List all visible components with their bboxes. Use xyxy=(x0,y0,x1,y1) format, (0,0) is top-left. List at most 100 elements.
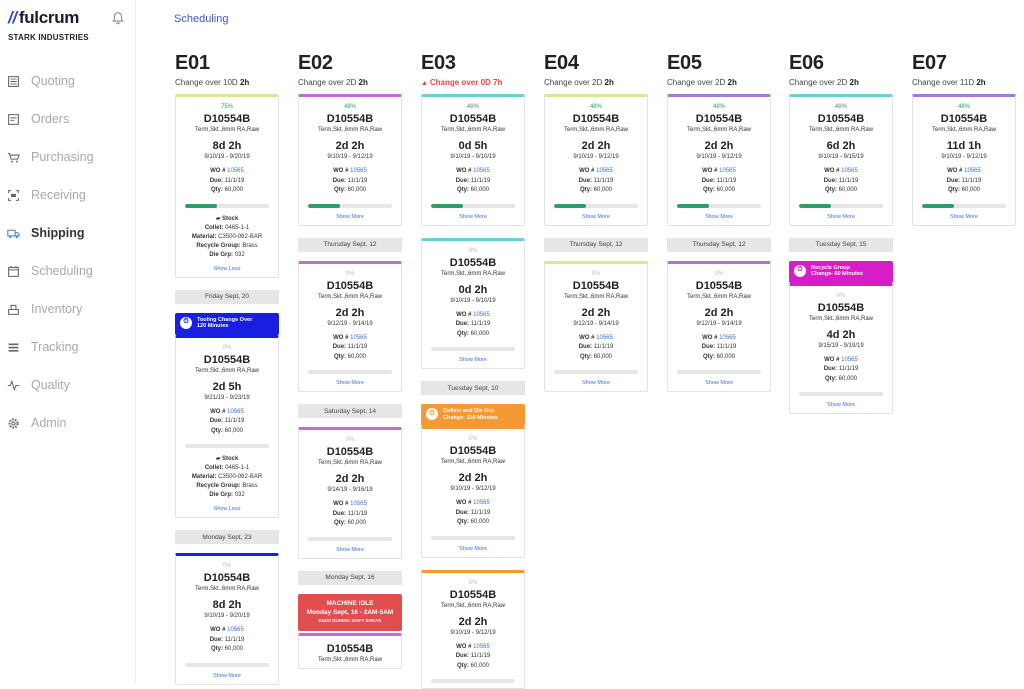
machine-id[interactable]: E04 xyxy=(544,52,648,76)
job-card[interactable]: 0%D10554BTerm,Skt.,6mm RA,Raw8d 2h9/10/1… xyxy=(175,553,279,685)
show-more-link[interactable]: Show More xyxy=(305,214,395,220)
work-order-link[interactable]: 10565 xyxy=(350,501,367,507)
job-card[interactable]: 48%D10554BTerm,Skt.,6mm RA,Raw2d 2h9/10/… xyxy=(667,94,771,226)
due-value: 11/1/19 xyxy=(348,178,368,184)
work-order-link[interactable]: 10565 xyxy=(350,168,367,174)
qty-value: 60,000 xyxy=(348,187,366,193)
show-more-link[interactable]: Show More xyxy=(305,380,395,386)
qty-value: 60,000 xyxy=(225,646,243,652)
work-order-link[interactable]: 10565 xyxy=(227,409,244,415)
sidebar-item-shipping[interactable]: Shipping xyxy=(0,214,135,252)
job-duration: 4d 2h xyxy=(796,329,886,341)
job-card[interactable]: 48%D10554BTerm,Skt.,6mm RA,Raw11d 1h9/10… xyxy=(912,94,1016,226)
work-order-link[interactable]: 10565 xyxy=(596,335,613,341)
machine-id[interactable]: E07 xyxy=(912,52,1016,76)
changeover-banner[interactable]: ⏱Recycle GroupChange- 60 Minutes xyxy=(789,261,893,283)
sidebar-item-admin[interactable]: Admin xyxy=(0,404,135,442)
sidebar-item-quoting[interactable]: Quoting xyxy=(0,62,135,100)
work-order: WO # 10565 xyxy=(182,167,272,177)
job-card[interactable]: D10554BTerm,Skt.,6mm RA,Raw xyxy=(298,633,402,669)
date-separator: Monday Sept, 23 xyxy=(175,530,279,544)
work-order-link[interactable]: 10565 xyxy=(841,168,858,174)
work-order-link[interactable]: 10565 xyxy=(841,357,858,363)
job-card[interactable]: 0%D10554BTerm,Skt.,6mm RA,Raw2d 2h9/12/1… xyxy=(667,261,771,393)
part-description: Term,Skt.,6mm RA,Raw xyxy=(428,271,518,277)
job-card[interactable]: 48%D10554BTerm,Skt.,6mm RA,Raw2d 2h9/10/… xyxy=(544,94,648,226)
machine-id[interactable]: E02 xyxy=(298,52,402,76)
sidebar-item-quality[interactable]: Quality xyxy=(0,366,135,404)
die-row: Die Grp: 032 xyxy=(182,251,272,260)
changeover-label: Change over 2D 2h xyxy=(298,78,402,92)
show-more-link[interactable]: Show More xyxy=(182,673,272,679)
show-more-link[interactable]: Show More xyxy=(919,214,1009,220)
machine-idle-banner[interactable]: MACHINE IDLEMonday Sept, 16 - 2AM-5AMEND… xyxy=(298,594,402,631)
machine-id[interactable]: E05 xyxy=(667,52,771,76)
show-more-link[interactable]: Show Less xyxy=(182,266,272,272)
changeover-banner[interactable]: ⏱Tooling Change Over120 Minutes xyxy=(175,313,279,335)
machine-column: E02 Change over 2D 2h 48%D10554BTerm,Skt.,… xyxy=(298,52,402,669)
job-card[interactable]: 0%D10554BTerm,Skt.,6mm RA,Raw4d 2h9/15/1… xyxy=(789,283,893,415)
machine-id[interactable]: E06 xyxy=(789,52,893,76)
due-label: Due: xyxy=(456,653,471,659)
date-separator: Monday Sept, 16 xyxy=(298,571,402,585)
sidebar-item-receiving[interactable]: Receiving xyxy=(0,176,135,214)
show-more-link[interactable]: Show More xyxy=(305,547,395,553)
show-more-link[interactable]: Show More xyxy=(796,214,886,220)
sidebar-item-inventory[interactable]: Inventory xyxy=(0,290,135,328)
part-number: D10554B xyxy=(182,354,272,366)
work-order-link[interactable]: 10565 xyxy=(473,644,490,650)
sidebar-item-scheduling[interactable]: Scheduling xyxy=(0,252,135,290)
job-card[interactable]: 0%D10554BTerm,Skt.,6mm RA,Raw2d 2h9/12/1… xyxy=(298,261,402,393)
work-order: WO # 10565 xyxy=(796,167,886,177)
show-more-link[interactable]: Show More xyxy=(428,357,518,363)
work-order-link[interactable]: 10565 xyxy=(719,335,736,341)
progress-bar xyxy=(431,679,515,683)
job-card[interactable]: 0%D10554BTerm,Skt.,6mm RA,Raw2d 2h9/10/1… xyxy=(421,426,525,558)
work-order-link[interactable]: 10565 xyxy=(473,500,490,506)
bell-icon[interactable] xyxy=(111,11,125,25)
job-card[interactable]: 0%D10554BTerm,Skt.,6mm RA,Raw2d 2h9/14/1… xyxy=(298,427,402,559)
gear-icon xyxy=(6,416,20,430)
show-more-link[interactable]: Show More xyxy=(428,214,518,220)
show-more-link[interactable]: Show More xyxy=(428,546,518,552)
progress-bar xyxy=(922,204,1006,208)
work-order-link[interactable]: 10565 xyxy=(227,627,244,633)
show-more-link[interactable]: Show More xyxy=(674,380,764,386)
breadcrumb[interactable]: Scheduling xyxy=(174,13,228,25)
job-card[interactable]: 48%D10554BTerm,Skt.,6mm RA,Raw6d 2h9/10/… xyxy=(789,94,893,226)
work-order-link[interactable]: 10565 xyxy=(350,335,367,341)
part-number: D10554B xyxy=(428,113,518,125)
sidebar-item-tracking[interactable]: Tracking xyxy=(0,328,135,366)
machine-id[interactable]: E03 xyxy=(421,52,525,76)
show-more-link[interactable]: Show Less xyxy=(182,506,272,512)
work-order-link[interactable]: 10565 xyxy=(596,168,613,174)
job-card[interactable]: 48%D10554BTerm,Skt.,6mm RA,Raw2d 2h9/10/… xyxy=(298,94,402,226)
work-order-link[interactable]: 10565 xyxy=(473,168,490,174)
job-card[interactable]: 0%D10554BTerm,Skt.,6mm RA,Raw0d 2h9/10/1… xyxy=(421,238,525,370)
date-separator: Tuesday Sept, 10 xyxy=(421,381,525,395)
work-order-link[interactable]: 10565 xyxy=(719,168,736,174)
job-card[interactable]: 75%D10554BTerm,Skt.,6mm RA,Raw8d 2h9/10/… xyxy=(175,94,279,278)
job-card[interactable]: 0%D10554BTerm,Skt.,6mm RA,Raw2d 2h9/12/1… xyxy=(544,261,648,393)
show-more-link[interactable]: Show More xyxy=(674,214,764,220)
job-card[interactable]: 48%D10554BTerm,Skt.,6mm RA,Raw0d 5h9/10/… xyxy=(421,94,525,226)
job-card[interactable]: 0%D10554BTerm,Skt.,6mm RA,Raw2d 2h9/10/1… xyxy=(421,570,525,689)
brand-logo[interactable]: //fulcrum xyxy=(8,8,79,28)
show-more-link[interactable]: Show More xyxy=(551,214,641,220)
sidebar-item-purchasing[interactable]: Purchasing xyxy=(0,138,135,176)
sidebar-item-orders[interactable]: Orders xyxy=(0,100,135,138)
job-card[interactable]: 0%D10554BTerm,Skt.,6mm RA,Raw2d 5h9/21/1… xyxy=(175,335,279,519)
material-value: C3500-062-BAR xyxy=(218,474,262,480)
work-order: WO # 10565 xyxy=(305,167,395,177)
show-more-link[interactable]: Show More xyxy=(551,380,641,386)
show-more-link[interactable]: Show More xyxy=(796,402,886,408)
work-order-link[interactable]: 10565 xyxy=(227,168,244,174)
changeover-text: Change over xyxy=(789,78,837,87)
qty-label: Qty: xyxy=(948,187,962,193)
machine-id[interactable]: E01 xyxy=(175,52,279,76)
work-order-link[interactable]: 10565 xyxy=(964,168,981,174)
warning-icon: ▲ xyxy=(421,80,430,87)
changeover-banner[interactable]: ⏱Collets and Die Grp.Change- 110 Minutes xyxy=(421,404,525,426)
qty-label: Qty: xyxy=(211,187,225,193)
work-order-link[interactable]: 10565 xyxy=(473,312,490,318)
